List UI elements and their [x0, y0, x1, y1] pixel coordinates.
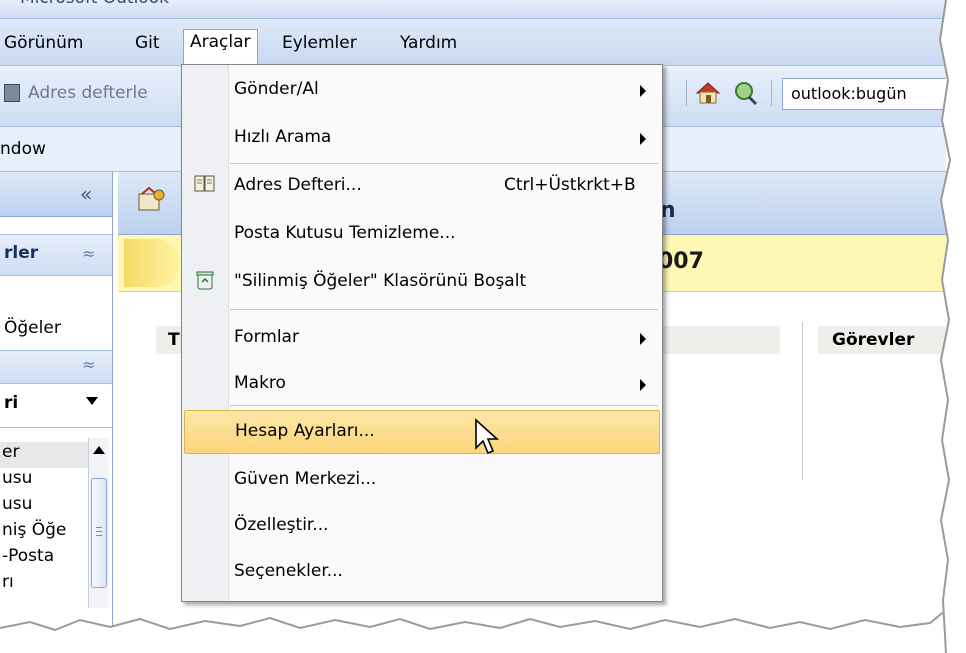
chevron-up-icon[interactable]: ≈	[82, 355, 95, 374]
submenu-arrow-icon	[640, 379, 646, 391]
column-divider	[802, 322, 803, 480]
tasks-column-header: Görevler	[818, 326, 946, 354]
folder-item[interactable]: usu	[0, 494, 88, 520]
folder-scrollbar[interactable]	[88, 438, 109, 608]
nav-section-label: rler	[4, 243, 39, 263]
menu-item-mailbox-cleanup[interactable]: Posta Kutusu Temizleme...	[182, 213, 662, 255]
tools-menu-dropdown: Gönder/Al Hızlı Arama Adres Defteri... C…	[181, 64, 663, 602]
collapse-icon[interactable]: «	[80, 182, 92, 206]
menu-item-empty-deleted[interactable]: "Silinmiş Öğeler" Klasörünü Boşalt	[182, 261, 662, 303]
menu-araclar[interactable]: Araçlar	[183, 29, 258, 68]
address-book-icon	[194, 175, 215, 192]
date-text: 007	[658, 249, 704, 274]
toolbar-separator	[686, 80, 687, 106]
menu-separator	[230, 309, 658, 310]
menu-gorunum[interactable]: Görünüm	[0, 31, 87, 55]
address-book-search[interactable]: Adres defterle	[28, 83, 148, 103]
menu-item-forms[interactable]: Formlar	[182, 317, 662, 359]
folder-item[interactable]: rı	[0, 572, 88, 598]
menu-item-label: Makro	[234, 373, 286, 393]
folder-item[interactable]: usu	[0, 468, 88, 494]
nav-header: «	[0, 172, 112, 217]
menu-item-label: Gönder/Al	[234, 79, 319, 99]
menu-item-label: Formlar	[234, 327, 299, 347]
toolbar-separator	[771, 80, 772, 106]
menu-item-label: Hızlı Arama	[234, 127, 332, 147]
menu-item-shortcut: Ctrl+Üstkrkt+B	[504, 175, 636, 195]
scroll-up-icon[interactable]	[93, 446, 105, 454]
calendar-column-label: T	[168, 330, 180, 350]
nav-item-ogeler[interactable]: Öğeler	[4, 318, 61, 338]
menu-item-macro[interactable]: Makro	[182, 363, 662, 405]
mail-folders-header[interactable]: ri	[0, 383, 112, 428]
url-value[interactable]: outlook:bugün	[791, 84, 907, 103]
menu-item-options[interactable]: Seçenekler...	[182, 551, 662, 593]
menu-item-label: Hesap Ayarları...	[235, 421, 375, 441]
folder-item[interactable]: niş Öğe	[0, 520, 88, 546]
window-band-label: ndow	[0, 139, 46, 159]
mouse-cursor-icon	[475, 418, 500, 455]
menu-git[interactable]: Git	[131, 31, 164, 55]
dropdown-arrow-icon[interactable]	[86, 397, 98, 405]
folder-item[interactable]: er	[0, 442, 88, 468]
torn-edge	[0, 609, 966, 653]
menu-item-label: Seçenekler...	[234, 561, 343, 581]
menu-item-label: Adres Defteri...	[234, 175, 362, 195]
grip-line	[96, 527, 102, 528]
folder-item[interactable]: -Posta	[0, 546, 88, 572]
menu-yardim[interactable]: Yardım	[396, 31, 461, 55]
submenu-arrow-icon	[640, 333, 646, 345]
menu-item-send-receive[interactable]: Gönder/Al	[182, 69, 662, 111]
menu-item-account-settings[interactable]: Hesap Ayarları...	[184, 410, 660, 454]
menu-separator	[230, 405, 658, 406]
outlook-today-icon	[138, 186, 165, 211]
search-icon[interactable]	[732, 80, 758, 106]
nav-section-favorites[interactable]: rler ≈	[0, 234, 112, 276]
torn-edge-right	[938, 0, 966, 653]
grip-line	[96, 531, 102, 532]
menu-separator	[230, 163, 658, 164]
menu-item-label: Özelleştir...	[234, 515, 329, 535]
url-field[interactable]: outlook:bugün	[782, 78, 946, 110]
submenu-arrow-icon	[640, 85, 646, 97]
menu-item-address-book[interactable]: Adres Defteri... Ctrl+Üstkrkt+B	[182, 165, 662, 207]
menu-item-label: "Silinmiş Öğeler" Klasörünü Boşalt	[234, 271, 527, 291]
nav-section-2[interactable]: ≈	[0, 350, 112, 384]
date-band-decoration	[124, 239, 180, 287]
menu-item-quick-search[interactable]: Hızlı Arama	[182, 117, 662, 159]
address-book-icon[interactable]	[4, 84, 20, 102]
mail-folders-label: ri	[4, 393, 19, 413]
menu-item-label: Güven Merkezi...	[234, 469, 377, 489]
home-icon[interactable]	[695, 81, 721, 105]
window-title: Microsoft Outlook	[20, 0, 169, 8]
navigation-pane: « rler ≈ Öğeler ≈ ri er usu usu niş Öğe …	[0, 172, 113, 630]
chevron-up-icon[interactable]: ≈	[82, 244, 95, 263]
recycle-bin-icon	[196, 271, 214, 290]
menu-item-customize[interactable]: Özelleştir...	[182, 505, 662, 547]
menu-item-label: Posta Kutusu Temizleme...	[234, 223, 456, 243]
outlook-window: Microsoft Outlook Görünüm Git Araçlar Ey…	[0, 0, 946, 630]
tasks-column-label: Görevler	[832, 330, 915, 350]
grip-line	[96, 535, 102, 536]
menu-item-trust-center[interactable]: Güven Merkezi...	[182, 459, 662, 501]
menu-bar: Görünüm Git Araçlar Eylemler Yardım	[0, 19, 946, 68]
submenu-arrow-icon	[640, 133, 646, 145]
menu-eylemler[interactable]: Eylemler	[278, 31, 361, 55]
folder-list: er usu usu niş Öğe -Posta rı	[0, 442, 88, 598]
scrollbar-thumb[interactable]	[91, 478, 107, 588]
title-bar: Microsoft Outlook	[0, 0, 946, 19]
